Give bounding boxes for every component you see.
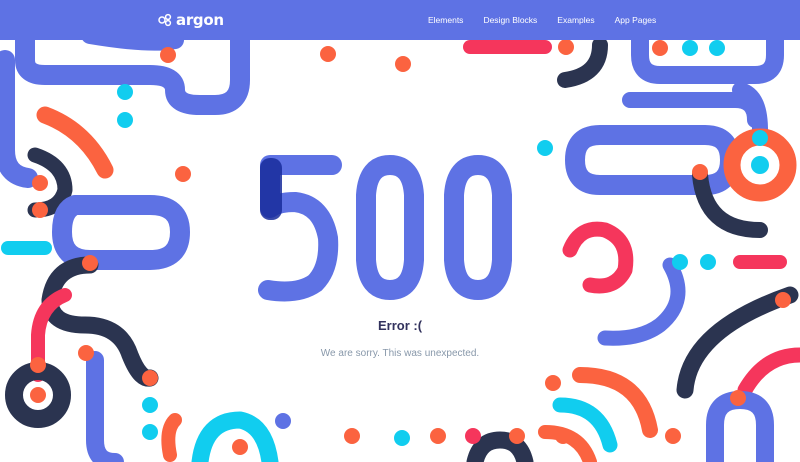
navbar: argon Elements Design Blocks Examples Ap… xyxy=(0,0,800,40)
nav-link-design-blocks[interactable]: Design Blocks xyxy=(483,15,537,25)
nav-link-app-pages[interactable]: App Pages xyxy=(615,15,657,25)
nav-links: Elements Design Blocks Examples App Page… xyxy=(428,0,676,40)
error-illustration xyxy=(0,26,800,462)
brand-name: argon xyxy=(176,11,224,29)
brand-link[interactable]: argon xyxy=(158,10,224,30)
argon-logo-icon xyxy=(158,13,172,27)
nav-link-elements[interactable]: Elements xyxy=(428,15,463,25)
nav-link-examples[interactable]: Examples xyxy=(557,15,594,25)
navbar-background xyxy=(0,0,800,40)
